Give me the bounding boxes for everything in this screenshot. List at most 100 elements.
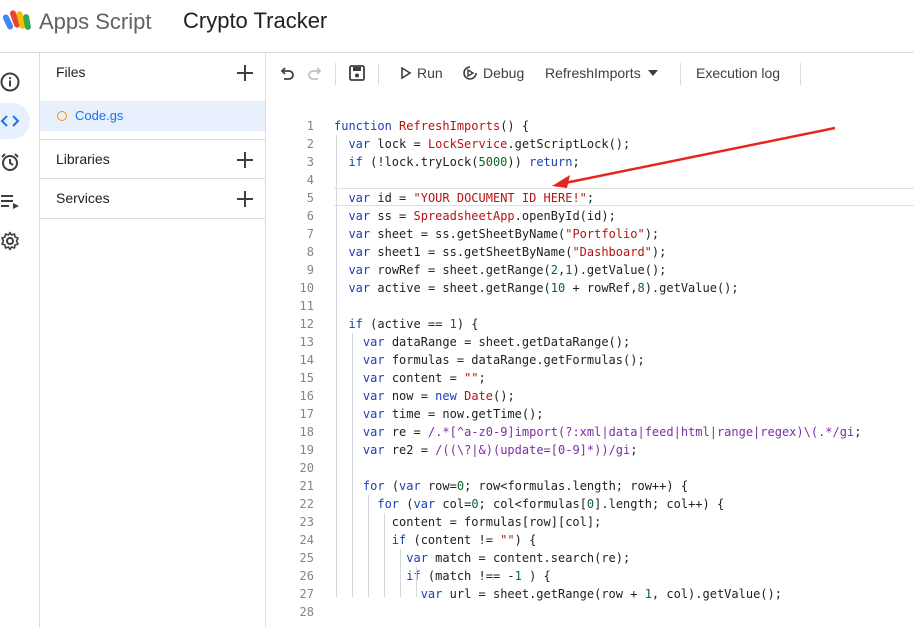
left-nav-rail <box>0 53 40 627</box>
code-line[interactable]: for (var row=0; row<formulas.length; row… <box>334 479 688 493</box>
line-number: 25 <box>299 551 314 565</box>
app-header: Apps Script Crypto Tracker <box>0 0 914 53</box>
code-line[interactable]: var re = /.*[^a-z0-9]import(?:xml|data|f… <box>334 425 862 439</box>
line-number: 7 <box>306 227 314 241</box>
line-number: 6 <box>306 209 314 223</box>
info-icon <box>0 72 20 92</box>
triggers-button[interactable] <box>0 144 30 180</box>
code-line[interactable]: var rowRef = sheet.getRange(2,1).getValu… <box>334 263 666 277</box>
add-library-icon[interactable] <box>233 148 257 172</box>
debug-button[interactable]: Debug <box>462 53 524 93</box>
toolbar-divider <box>800 63 801 85</box>
code-line[interactable]: var ss = SpreadsheetApp.openById(id); <box>334 209 615 223</box>
project-settings-button[interactable] <box>0 223 30 259</box>
code-line[interactable]: var time = now.getTime(); <box>334 407 544 421</box>
editor-toolbar: Run Debug RefreshImports Execution log <box>266 53 914 93</box>
line-number: 20 <box>299 461 314 475</box>
line-number: 19 <box>299 443 314 457</box>
save-button[interactable] <box>348 53 366 93</box>
indent-guide <box>416 567 417 597</box>
line-number: 1 <box>306 119 314 133</box>
project-title[interactable]: Crypto Tracker <box>183 7 327 35</box>
code-line[interactable]: if (active == 1) { <box>334 317 478 331</box>
file-item-code-gs[interactable]: Code.gs <box>40 101 265 131</box>
executions-icon <box>1 195 19 209</box>
function-select-value: RefreshImports <box>545 65 641 81</box>
undo-button[interactable] <box>278 53 296 93</box>
executions-button[interactable] <box>0 183 30 219</box>
code-line[interactable]: var dataRange = sheet.getDataRange(); <box>334 335 630 349</box>
libraries-label: Libraries <box>56 151 110 167</box>
toolbar-divider <box>378 63 379 85</box>
line-number: 16 <box>299 389 314 403</box>
code-line[interactable]: if (content != "") { <box>334 533 537 547</box>
services-label: Services <box>56 190 110 206</box>
indent-guide <box>400 549 401 597</box>
execution-log-button[interactable]: Execution log <box>696 53 780 93</box>
line-number: 24 <box>299 533 314 547</box>
line-number: 17 <box>299 407 314 421</box>
code-line[interactable]: var formulas = dataRange.getFormulas(); <box>334 353 645 367</box>
line-number: 21 <box>299 479 314 493</box>
gear-icon <box>1 231 19 251</box>
line-number: 11 <box>299 299 314 313</box>
unsaved-dot-icon <box>57 111 67 121</box>
editor-button[interactable] <box>0 103 30 139</box>
code-line[interactable]: function RefreshImports() { <box>334 119 529 133</box>
line-number: 10 <box>299 281 314 295</box>
line-number: 12 <box>299 317 314 331</box>
code-line[interactable]: var sheet1 = ss.getSheetByName("Dashboar… <box>334 245 666 259</box>
code-line[interactable]: for (var col=0; col<formulas[0].length; … <box>334 497 724 511</box>
play-icon <box>401 67 412 79</box>
run-label: Run <box>417 65 443 81</box>
toolbar-divider <box>680 63 681 85</box>
code-line[interactable]: var re2 = /((\?|&)(update=[0-9]*))/gi; <box>334 443 638 457</box>
indent-guide <box>368 495 369 597</box>
code-line[interactable]: content = formulas[row][col]; <box>334 515 602 529</box>
annotation-arrow <box>552 126 836 188</box>
redo-icon <box>308 67 322 80</box>
line-number: 27 <box>299 587 314 601</box>
code-line[interactable]: var content = ""; <box>334 371 486 385</box>
files-panel: Files Code.gs Libraries Services <box>40 53 266 627</box>
line-number: 14 <box>299 353 314 367</box>
line-number: 2 <box>306 137 314 151</box>
execution-log-label: Execution log <box>696 65 781 81</box>
redo-button[interactable] <box>306 53 324 93</box>
toolbar-divider <box>335 63 336 85</box>
code-icon <box>0 115 20 127</box>
run-button[interactable]: Run <box>400 53 443 93</box>
alarm-clock-icon <box>1 153 19 171</box>
apps-script-logo[interactable] <box>3 8 33 34</box>
dropdown-arrow-icon <box>647 70 658 76</box>
add-file-icon[interactable] <box>233 61 257 85</box>
line-number: 15 <box>299 371 314 385</box>
app-name[interactable]: Apps Script <box>39 8 152 36</box>
line-number: 26 <box>299 569 314 583</box>
line-number: 13 <box>299 335 314 349</box>
indent-guide <box>384 513 385 597</box>
overview-button[interactable] <box>0 64 30 100</box>
code-line[interactable]: var match = content.search(re); <box>334 551 630 565</box>
add-service-icon[interactable] <box>233 187 257 211</box>
code-line[interactable]: var now = new Date(); <box>334 389 515 403</box>
line-number: 22 <box>299 497 314 511</box>
code-line[interactable]: var active = sheet.getRange(10 + rowRef,… <box>334 281 738 295</box>
file-name: Code.gs <box>75 108 124 123</box>
code-line[interactable]: var url = sheet.getRange(row + 1, col).g… <box>334 587 782 601</box>
files-section-header: Files <box>40 53 265 93</box>
code-line[interactable]: if (match !== -1 ) { <box>334 569 551 583</box>
line-number: 4 <box>306 173 314 187</box>
indent-guide <box>352 333 353 597</box>
libraries-section-header: Libraries <box>40 139 265 179</box>
debug-icon <box>463 66 477 80</box>
services-section-header: Services <box>40 179 265 219</box>
save-icon <box>349 65 365 81</box>
line-number: 3 <box>306 155 314 169</box>
indent-guide <box>336 135 337 597</box>
files-label: Files <box>56 64 86 80</box>
line-number: 8 <box>306 245 314 259</box>
function-select[interactable]: RefreshImports <box>545 53 659 93</box>
code-line[interactable]: var sheet = ss.getSheetByName("Portfolio… <box>334 227 659 241</box>
line-number: 28 <box>299 605 314 619</box>
